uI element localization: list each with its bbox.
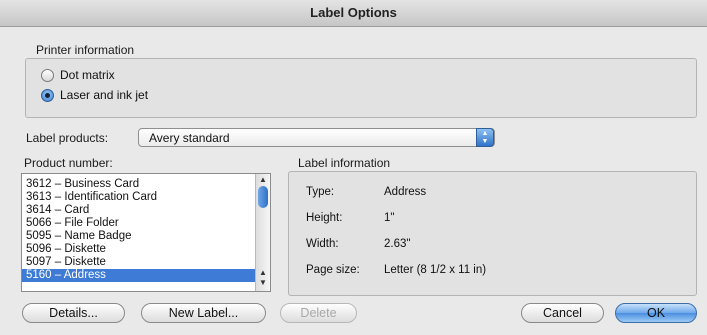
list-item[interactable]: 3613 – Identification Card	[22, 191, 256, 204]
scroll-up-icon[interactable]: ▲	[259, 175, 267, 184]
radio-selected-icon[interactable]	[41, 88, 54, 102]
delete-button: Delete	[280, 303, 357, 323]
radio-dot-matrix-label: Dot matrix	[60, 68, 115, 82]
height-label: Height:	[306, 212, 343, 224]
scroll-down-icon[interactable]: ▼	[259, 278, 267, 287]
list-item[interactable]: 5097 – Diskette	[22, 256, 256, 269]
new-label-button[interactable]: New Label...	[141, 303, 266, 323]
label-products-select[interactable]: Avery standard ▲ ▼	[138, 128, 495, 147]
printer-info-group: Dot matrix Laser and ink jet	[25, 58, 697, 118]
page-size-label: Page size:	[306, 264, 360, 276]
width-value: 2.63"	[384, 238, 411, 250]
ok-button[interactable]: OK	[615, 303, 697, 323]
scroll-thumb[interactable]	[258, 186, 268, 208]
label-products-value: Avery standard	[149, 131, 230, 145]
width-label: Width:	[306, 238, 339, 250]
dialog-body: Printer information Dot matrix Laser and…	[0, 27, 707, 335]
radio-laser-ink-jet[interactable]: Laser and ink jet	[41, 88, 148, 102]
list-item-selected[interactable]: 5160 – Address	[22, 269, 256, 282]
height-value: 1"	[384, 212, 395, 224]
radio-icon[interactable]	[41, 68, 54, 82]
list-item[interactable]: 5095 – Name Badge	[22, 230, 256, 243]
product-number-label: Product number:	[24, 156, 113, 170]
label-products-label: Label products:	[26, 131, 109, 145]
page-size-value: Letter (8 1/2 x 11 in)	[384, 264, 487, 276]
printer-info-label: Printer information	[36, 43, 135, 57]
scroll-up-icon[interactable]: ▲	[259, 268, 267, 277]
radio-dot-matrix[interactable]: Dot matrix	[41, 68, 115, 82]
cancel-button[interactable]: Cancel	[521, 303, 604, 323]
list-item[interactable]: 5066 – File Folder	[22, 217, 256, 230]
type-label: Type:	[306, 186, 335, 198]
list-item[interactable]: 3614 – Card	[22, 204, 256, 217]
popup-arrows-icon[interactable]: ▲ ▼	[476, 128, 494, 147]
window-title: Label Options	[0, 0, 707, 27]
details-button[interactable]: Details...	[22, 303, 125, 323]
product-number-list[interactable]: 3612 – Business Card 3613 – Identificati…	[21, 173, 271, 292]
list-item[interactable]: 3612 – Business Card	[22, 178, 256, 191]
label-info-group: Type: Address Height: 1" Width: 2.63" Pa…	[288, 171, 697, 296]
type-value: Address	[384, 186, 427, 198]
list-scrollbar[interactable]: ▲ ▲ ▼	[255, 174, 270, 291]
label-info-label: Label information	[298, 156, 391, 170]
list-item[interactable]: 5096 – Diskette	[22, 243, 256, 256]
radio-laser-ink-jet-label: Laser and ink jet	[60, 88, 149, 102]
